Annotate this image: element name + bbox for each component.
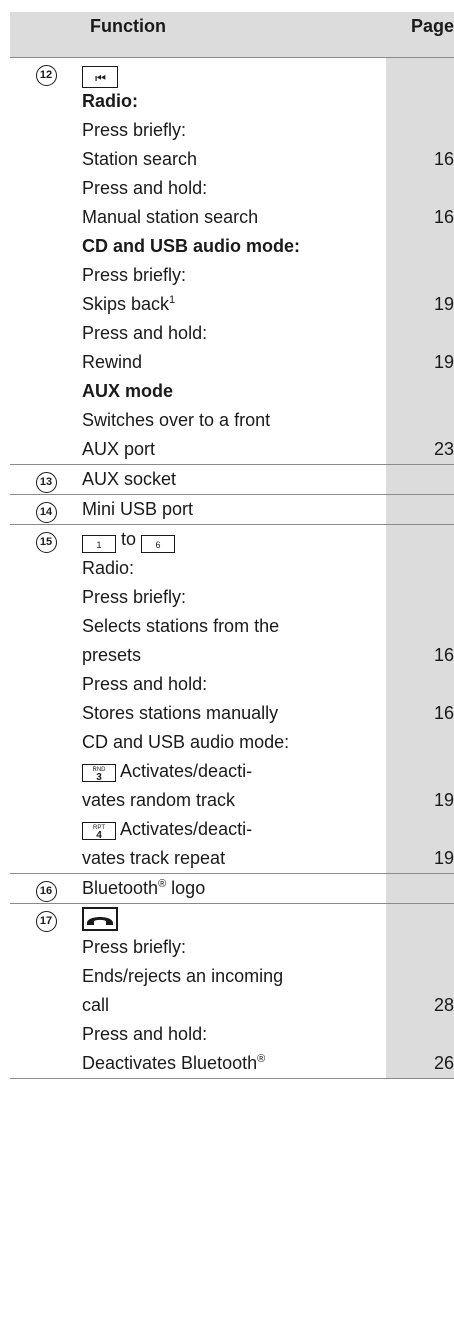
list-item: Press briefly: bbox=[82, 586, 187, 607]
page-number: 16 bbox=[433, 206, 454, 227]
table-row: 13 AUX socket bbox=[10, 463, 454, 494]
list-item: Press and hold: bbox=[82, 322, 208, 343]
list-item: Press briefly: bbox=[82, 119, 187, 140]
item-number: 15 bbox=[35, 531, 57, 553]
skip-back-key-icon: ⏮ bbox=[82, 65, 118, 88]
function-table: Function Page 12 ⏮ Radio: Press briefly:… bbox=[10, 12, 454, 1079]
page-column bbox=[386, 872, 454, 903]
item-number: 17 bbox=[35, 910, 57, 932]
list-item: Radio: bbox=[82, 90, 138, 111]
phone-icon bbox=[87, 916, 113, 925]
item-number: 14 bbox=[35, 501, 57, 523]
table-header-row: Function Page bbox=[10, 12, 454, 57]
list-item: Press and hold: bbox=[82, 1023, 208, 1044]
preset-6-key-icon: 6 bbox=[141, 534, 176, 553]
list-item: vates track repeat bbox=[82, 847, 226, 868]
list-item: Radio: bbox=[82, 557, 135, 578]
page-number: 19 bbox=[433, 789, 454, 810]
list-item: Deactivates Bluetooth® bbox=[82, 1052, 266, 1073]
page-number: 19 bbox=[433, 847, 454, 868]
table-row: 17 Press briefly: Ends/rejects an incomi… bbox=[10, 902, 454, 1079]
list-item: Mini USB port bbox=[82, 498, 194, 519]
page-number: 16 bbox=[433, 148, 454, 169]
list-item: Selects stations from the bbox=[82, 615, 280, 636]
list-item: AUX socket bbox=[82, 468, 177, 489]
page-number: 16 bbox=[433, 644, 454, 665]
list-item: Press and hold: bbox=[82, 673, 208, 694]
table-row: 12 ⏮ Radio: Press briefly: Station searc… bbox=[10, 56, 454, 464]
page-number: 19 bbox=[433, 351, 454, 372]
table-row: 16 Bluetooth® logo bbox=[10, 872, 454, 903]
list-item: RND 3 Activates/deacti- bbox=[82, 757, 386, 786]
list-item: presets bbox=[82, 644, 142, 665]
page-number: 26 bbox=[433, 1052, 454, 1073]
footnote-marker: 1 bbox=[169, 293, 176, 306]
preset-1-key-icon: 1 bbox=[82, 534, 116, 553]
page-column: 16 16 19 19 23 bbox=[386, 56, 454, 464]
list-item: Press briefly: bbox=[82, 264, 187, 285]
table-row: 14 Mini USB port bbox=[10, 493, 454, 524]
list-item: vates random track bbox=[82, 789, 236, 810]
item-number: 16 bbox=[35, 880, 57, 902]
list-item: call bbox=[82, 994, 110, 1015]
page-column: 16 16 19 19 bbox=[386, 523, 454, 873]
list-item: Switches over to a front bbox=[82, 409, 271, 430]
list-item: CD and USB audio mode: bbox=[82, 235, 301, 256]
repeat-key-icon: RPT 4 bbox=[82, 821, 116, 840]
phone-hangup-key-icon bbox=[82, 906, 118, 931]
list-item: AUX port bbox=[82, 438, 156, 459]
list-item: Station search bbox=[82, 148, 198, 169]
page-column bbox=[386, 463, 454, 494]
list-item: RPT 4 Activates/deacti- bbox=[82, 815, 386, 844]
header-number-cell bbox=[10, 12, 82, 57]
page-number: 16 bbox=[433, 702, 454, 723]
list-item: AUX mode bbox=[82, 380, 174, 401]
page-number: 28 bbox=[433, 994, 454, 1015]
page-column bbox=[386, 493, 454, 524]
page-number: 19 bbox=[433, 293, 454, 314]
list-item: Press briefly: bbox=[82, 936, 187, 957]
page-number: 23 bbox=[433, 438, 454, 459]
header-function: Function bbox=[82, 12, 386, 57]
list-item: Rewind bbox=[82, 351, 143, 372]
list-item: Manual station search bbox=[82, 206, 259, 227]
list-item: Stores stations manually bbox=[82, 702, 279, 723]
list-item: Ends/rejects an incoming bbox=[82, 965, 284, 986]
table-row: 15 1 to 6 Radio: Press briefly: Selects … bbox=[10, 523, 454, 873]
list-item: CD and USB audio mode: bbox=[82, 731, 290, 752]
key-range-word: to bbox=[121, 528, 137, 549]
list-item: Skips back1 bbox=[82, 293, 176, 314]
header-page: Page bbox=[386, 12, 454, 57]
random-key-icon: RND 3 bbox=[82, 763, 116, 782]
page-column: 28 26 bbox=[386, 902, 454, 1079]
item-number: 12 bbox=[35, 64, 57, 86]
list-item: Press and hold: bbox=[82, 177, 208, 198]
item-number: 13 bbox=[35, 471, 57, 493]
list-item: Bluetooth® logo bbox=[82, 877, 206, 898]
